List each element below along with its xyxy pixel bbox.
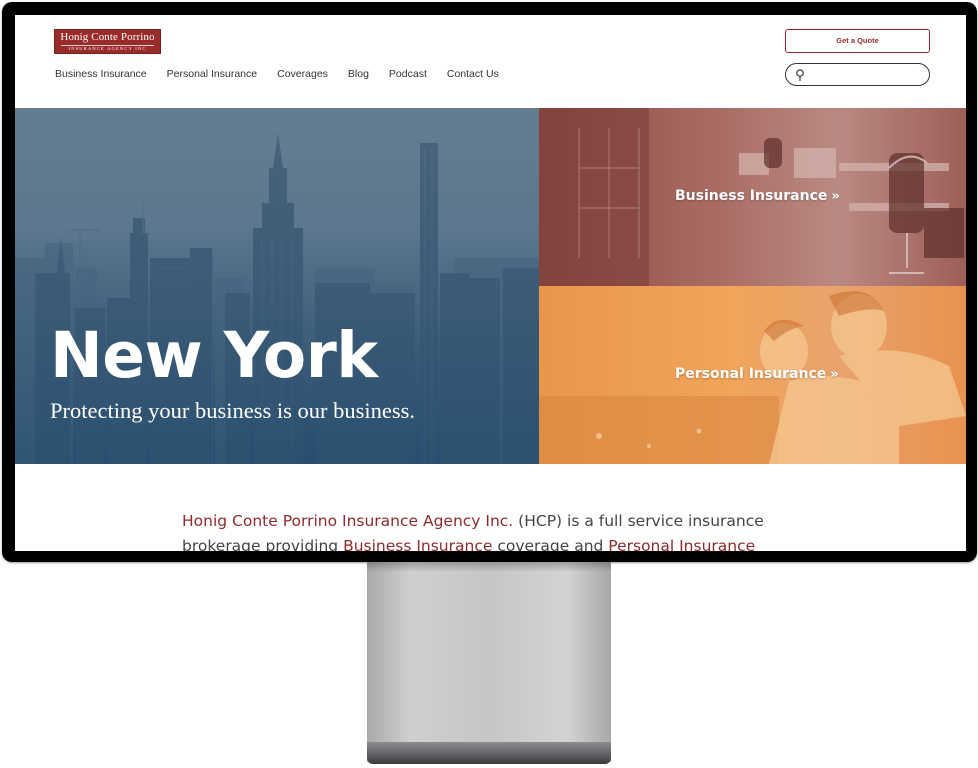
chevron-right-icon: » [830, 367, 839, 382]
hero-title: New York [50, 319, 378, 392]
personal-insurance-text: Personal Insurance [675, 366, 827, 382]
business-insurance-tile[interactable]: Business Insurance» [539, 108, 966, 286]
monitor-stand [367, 562, 611, 762]
search-icon [796, 69, 804, 81]
personal-insurance-link[interactable]: Personal Insurance [608, 537, 755, 551]
browser-viewport: Honig Conte Porrino INSURANCE AGENCY INC… [15, 15, 966, 551]
site-logo[interactable]: Honig Conte Porrino INSURANCE AGENCY INC [54, 29, 161, 54]
hero-banner: New York Protecting your business is our… [15, 108, 539, 464]
business-insurance-label: Business Insurance» [675, 188, 840, 204]
intro-text-2: coverage and [492, 537, 609, 551]
personal-insurance-tile[interactable]: Personal Insurance» [539, 286, 966, 464]
hero-subtitle: Protecting your business is our business… [50, 398, 415, 423]
stand-shadow [367, 562, 611, 572]
company-name-link[interactable]: Honig Conte Porrino Insurance Agency Inc… [182, 512, 513, 530]
monitor-stand-base [367, 742, 611, 764]
logo-name: Honig Conte Porrino [60, 31, 155, 43]
monitor-frame: Honig Conte Porrino INSURANCE AGENCY INC… [2, 2, 977, 562]
main-nav: Business Insurance Personal Insurance Co… [55, 68, 519, 80]
logo-tagline: INSURANCE AGENCY INC [61, 45, 154, 52]
personal-insurance-label: Personal Insurance» [675, 366, 839, 382]
nav-podcast[interactable]: Podcast [389, 68, 427, 80]
business-insurance-text: Business Insurance [675, 188, 828, 204]
nav-business-insurance[interactable]: Business Insurance [55, 68, 147, 80]
search-input[interactable] [785, 63, 930, 86]
chevron-right-icon: » [831, 189, 840, 204]
business-insurance-link[interactable]: Business Insurance [343, 537, 492, 551]
nav-blog[interactable]: Blog [348, 68, 369, 80]
nav-coverages[interactable]: Coverages [277, 68, 328, 80]
nav-personal-insurance[interactable]: Personal Insurance [167, 68, 257, 80]
get-a-quote-button[interactable]: Get a Quote [785, 29, 930, 53]
nav-contact-us[interactable]: Contact Us [447, 68, 499, 80]
intro-paragraph: Honig Conte Porrino Insurance Agency Inc… [182, 509, 792, 551]
